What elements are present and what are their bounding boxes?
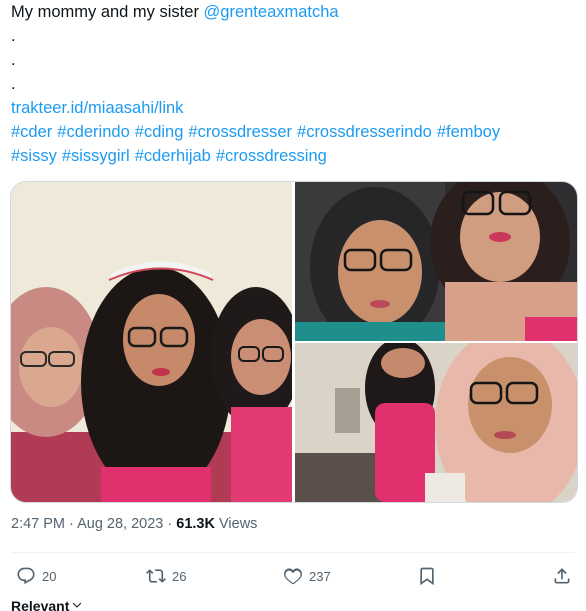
views-count: 61.3K xyxy=(176,516,215,532)
hashtag-link[interactable]: #crossdresser xyxy=(188,123,292,141)
hashtag-link[interactable]: #cderhijab xyxy=(135,147,211,165)
separator: · xyxy=(163,516,177,532)
bookmark-icon xyxy=(417,566,437,586)
tweet-time[interactable]: 2:47 PM xyxy=(11,516,65,532)
sort-label: Relevant xyxy=(11,598,70,611)
mention-link[interactable]: @grenteaxmatcha xyxy=(204,3,339,21)
hashtags-line-1: #cder #cderindo #cding #crossdresser #crossd… xyxy=(11,120,571,144)
media-grid xyxy=(10,181,578,503)
hashtag-link[interactable]: #crossdressing xyxy=(216,147,327,165)
hashtag-link[interactable]: #sissygirl xyxy=(62,147,130,165)
retweet-count: 26 xyxy=(172,568,187,584)
views-label: Views xyxy=(214,516,258,532)
like-icon xyxy=(283,566,303,586)
external-link[interactable]: trakteer.id/miaasahi/link xyxy=(11,99,183,117)
hashtag-link[interactable]: #crossdresserindo xyxy=(297,123,432,141)
retweet-button[interactable]: 26 xyxy=(146,566,186,586)
tweet-meta: 2:47 PM · Aug 28, 2023 · 61.3K Views xyxy=(11,516,257,532)
tweet: My mommy and my sister @grenteaxmatcha .… xyxy=(0,0,586,611)
tweet-text: My mommy and my sister @grenteaxmatcha .… xyxy=(11,0,571,168)
tweet-date[interactable]: Aug 28, 2023 xyxy=(77,516,163,532)
divider xyxy=(11,552,575,553)
hashtag-link[interactable]: #femboy xyxy=(437,123,500,141)
like-button[interactable]: 237 xyxy=(283,566,331,586)
like-count: 237 xyxy=(309,568,331,584)
reply-count: 20 xyxy=(42,568,57,584)
retweet-icon xyxy=(146,566,166,586)
media-photo[interactable] xyxy=(11,182,292,502)
dot-line: . xyxy=(11,27,16,45)
media-photo[interactable] xyxy=(295,182,577,341)
reply-icon xyxy=(16,566,36,586)
share-icon xyxy=(552,566,572,586)
hashtag-link[interactable]: #cding xyxy=(135,123,184,141)
share-button[interactable] xyxy=(552,566,572,586)
hashtag-link[interactable]: #cder xyxy=(11,123,52,141)
reply-button[interactable]: 20 xyxy=(16,566,56,586)
dot-line: . xyxy=(11,75,16,93)
separator: · xyxy=(65,516,78,532)
tweet-text-prefix: My mommy and my sister xyxy=(11,3,204,21)
media-photo[interactable] xyxy=(295,343,577,502)
hashtag-link[interactable]: #cderindo xyxy=(57,123,129,141)
chevron-down-icon xyxy=(69,598,83,611)
hashtag-link[interactable]: #sissy xyxy=(11,147,57,165)
bookmark-button[interactable] xyxy=(417,566,437,586)
sort-replies-button[interactable]: Relevant xyxy=(11,598,83,611)
hashtags-line-2: #sissy #sissygirl #cderhijab #crossdressing xyxy=(11,144,571,168)
dot-line: . xyxy=(11,51,16,69)
action-bar: 20 26 237 xyxy=(0,562,586,594)
tweet-text-line-1: My mommy and my sister @grenteaxmatcha xyxy=(11,0,571,24)
